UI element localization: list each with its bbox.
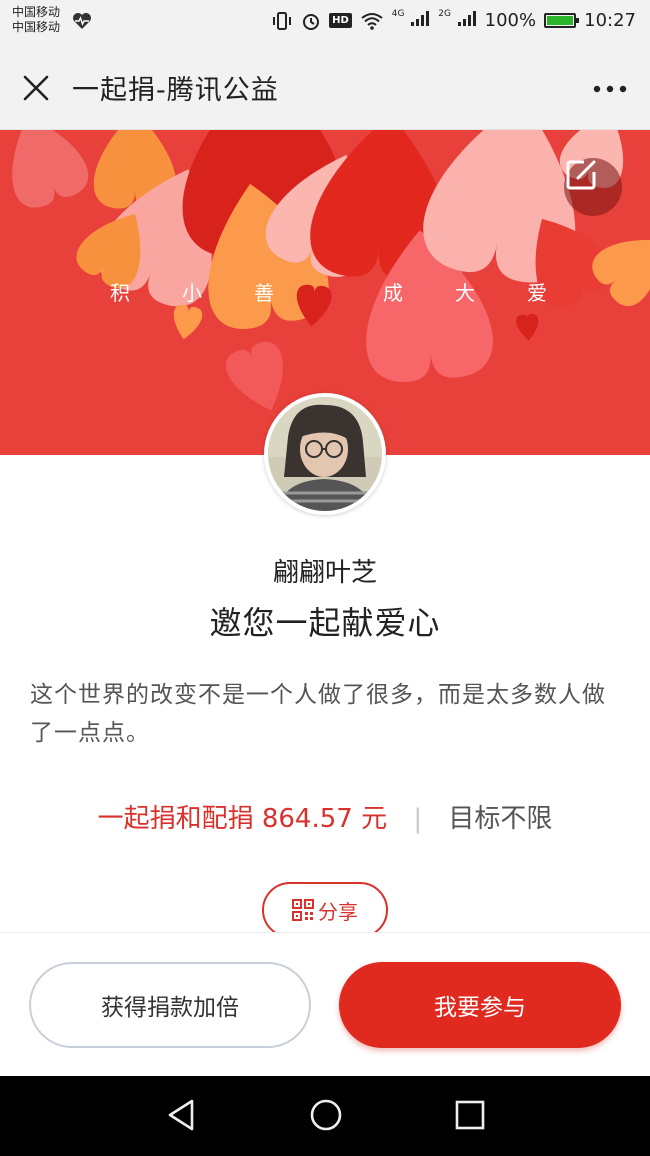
network-type-2: 2G (438, 9, 451, 19)
home-icon[interactable] (309, 1098, 343, 1132)
action-bar: 获得捐款加倍 我要参与 (0, 932, 650, 1077)
signal-icon (457, 11, 476, 26)
description: 这个世界的改变不是一个人做了很多，而是太多数人做了一点点。 (30, 682, 606, 746)
page-title: 一起捐-腾讯公益 (72, 75, 279, 106)
status-icons: HD 4G 2G 100% 10:27 (271, 9, 636, 32)
user-name: 翩翩叶芝 (272, 558, 377, 588)
raised-amount: 一起捐和配捐 864.57 元 (97, 804, 388, 834)
battery-icon (544, 13, 580, 28)
vibrate-icon (273, 11, 292, 30)
invite-heading: 邀您一起献爱心 (209, 604, 441, 642)
signal-icon (411, 11, 430, 26)
slogan-char: 善 (254, 281, 274, 305)
join-button[interactable]: 我要参与 (339, 962, 621, 1048)
alarm-icon (303, 13, 320, 30)
hd-icon: HD (329, 13, 352, 28)
nav-bar: 一起捐-腾讯公益 (0, 42, 650, 130)
stats-divider: | (413, 804, 423, 834)
avatar-photo (268, 397, 382, 511)
target-amount: 目标不限 (448, 804, 553, 834)
slogan-char: 大 (455, 281, 475, 305)
double-donation-button[interactable]: 获得捐款加倍 (29, 962, 311, 1048)
carrier-1: 中国移动 (12, 5, 61, 19)
back-icon[interactable] (166, 1098, 196, 1132)
signal-1: 4G (392, 9, 430, 32)
share-button[interactable]: 分享 (262, 882, 388, 938)
donation-stats: 一起捐和配捐 864.57 元 | 目标不限 (0, 798, 650, 835)
edit-icon (566, 160, 596, 190)
signal-2: 2G (438, 9, 476, 32)
qrcode-icon (292, 899, 314, 921)
avatar[interactable] (264, 393, 386, 515)
slogan-char: 积 (110, 281, 130, 305)
system-nav-bar (0, 1076, 650, 1156)
slogan-char: 爱 (527, 281, 547, 305)
heart-rate-icon (73, 13, 91, 29)
share-label: 分享 (318, 899, 358, 924)
status-bar: 中国移动 中国移动 HD 4G 2G 100% 10:27 (0, 0, 650, 42)
more-icon[interactable] (592, 84, 628, 94)
clock: 10:27 (584, 10, 636, 31)
slogan-char: 小 (182, 281, 202, 305)
slogan-char: 成 (383, 281, 403, 305)
battery-percent: 100% (484, 10, 537, 31)
wifi-icon (361, 12, 383, 30)
edit-button[interactable] (564, 158, 622, 216)
network-type-1: 4G (391, 9, 405, 19)
carrier-2: 中国移动 (12, 20, 61, 34)
recents-icon[interactable] (455, 1098, 485, 1132)
carrier-labels: 中国移动 中国移动 (12, 5, 60, 35)
close-icon[interactable] (20, 72, 52, 104)
